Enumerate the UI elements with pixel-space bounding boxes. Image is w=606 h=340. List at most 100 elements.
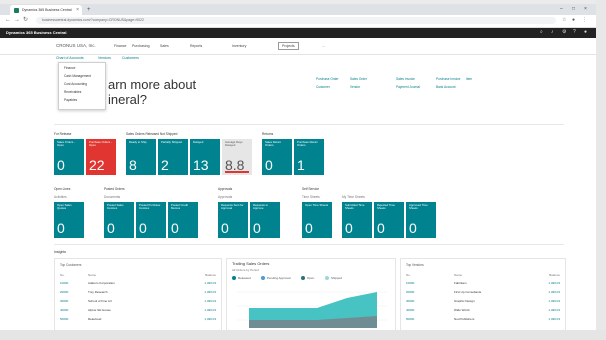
quick-link[interactable]: Purchase Invoice (436, 77, 460, 81)
nav-link-projects[interactable]: Projects (278, 42, 299, 50)
more-icon[interactable]: … (322, 44, 326, 48)
quick-link[interactable]: Bank Account (436, 85, 456, 89)
tile-ready-to-ship[interactable]: Ready to Ship 8 (126, 139, 156, 175)
maximize-icon[interactable]: □ (572, 7, 575, 12)
quick-link[interactable]: Sales Invoice (396, 77, 415, 81)
tile-label: Submitted Time Sheets (345, 203, 365, 211)
star-icon[interactable]: ☆ (562, 18, 566, 23)
tile-rejected-time-sheets[interactable]: Rejected Time Sheets 0 (374, 202, 404, 238)
cell-no[interactable]: 20000 (60, 290, 68, 294)
quick-link[interactable]: Customer (316, 85, 330, 89)
tile-purchase-return-orders[interactable]: Purchase Return Orders 1 (294, 139, 324, 175)
profile-icon[interactable]: ● (572, 18, 575, 23)
cell-name: Nod Publishers (454, 317, 475, 321)
tile-partially-shipped[interactable]: Partially Shipped 2 (158, 139, 188, 175)
cell-no[interactable]: 40000 (60, 308, 68, 312)
dropdown-item[interactable]: Receivables (64, 90, 81, 94)
cell-no[interactable]: 30000 (406, 299, 414, 303)
sub-link-vendors[interactable]: Vendors (98, 56, 111, 60)
tile-posted-purchase-invoices[interactable]: Posted Purchase Invoices 0 (136, 202, 166, 238)
cell-no[interactable]: 30000 (60, 299, 68, 303)
cell-no[interactable]: 10000 (406, 281, 414, 285)
tile-average-days-delayed[interactable]: Average Days Delayed 8.8 (222, 139, 252, 175)
tile-requests-sent-for-approval[interactable]: Requests Sent for Approval 0 (218, 202, 248, 238)
bell-icon[interactable]: ♪ (551, 29, 554, 36)
tile-indicator (225, 171, 249, 173)
quick-link[interactable]: Item (466, 77, 472, 81)
dropdown-item[interactable]: Finance (64, 66, 75, 70)
tile-open-sales-quotes[interactable]: Open Sales Quotes 0 (54, 202, 84, 238)
cell-balance[interactable]: 1,499.03 (548, 299, 560, 303)
quick-link[interactable]: Purchase Order (316, 77, 339, 81)
cell-balance[interactable]: 1,499.03 (548, 290, 560, 294)
table-row[interactable]: 30000 School of Fine Art 1,499.03 (60, 299, 216, 304)
table-row[interactable]: 30000 Graphic Design 1,499.03 (406, 299, 560, 304)
cell-no[interactable]: 20000 (406, 290, 414, 294)
reload-icon[interactable]: ↻ (23, 17, 28, 24)
quick-link[interactable]: Vendor (350, 85, 360, 89)
nav-link-reports[interactable]: Reports (190, 44, 202, 48)
plus-icon[interactable]: + (87, 7, 91, 13)
close-icon[interactable]: × (76, 7, 79, 13)
browser-tab[interactable]: Dynamics 365 Business Central × (10, 5, 82, 15)
minimize-icon[interactable]: – (560, 7, 563, 12)
table-row[interactable]: 10000 Adatum Corporation 1,499.03 (60, 281, 216, 286)
top-customers-panel: Top Customers No. Name Balance 10000 Adat… (54, 258, 222, 332)
company-name[interactable]: CRONUS USA, Inc. (56, 43, 96, 48)
tile-submitted-time-sheets[interactable]: Submitted Time Sheets 0 (342, 202, 372, 238)
table-row[interactable]: 20000 First Up Consultants 1,499.03 (406, 290, 560, 295)
table-row[interactable]: 40000 Wide World 1,499.03 (406, 308, 560, 313)
address-bar[interactable]: businesscentral.dynamics.com/?company=CR… (36, 17, 556, 24)
search-icon[interactable]: ⌕ (540, 29, 543, 36)
tile-posted-credit-memos[interactable]: Posted Credit Memos 0 (168, 202, 198, 238)
tile-sales-return-orders[interactable]: Sales Return Orders 0 (262, 139, 292, 175)
forward-icon[interactable]: → (14, 17, 20, 24)
quick-link[interactable]: Sales Order (350, 77, 367, 81)
nav-link-sales[interactable]: Sales (160, 44, 169, 48)
cell-balance[interactable]: 1,499.03 (548, 281, 560, 285)
tile-label: Purchase Return Orders (297, 140, 318, 148)
table-row[interactable]: 40000 Alpine Ski House 1,499.03 (60, 308, 216, 313)
cell-no[interactable]: 50000 (60, 317, 68, 321)
cell-no[interactable]: 50000 (406, 317, 414, 321)
tile-sales-orders-open[interactable]: Sales Orders - Open 0 (54, 139, 84, 175)
tile-requests-to-approve[interactable]: Requests to Approve 0 (250, 202, 280, 238)
table-row[interactable]: 50000 Nod Publishers 1,499.03 (406, 317, 560, 322)
quick-link[interactable]: Payment Journal (396, 85, 420, 89)
menu-dots-icon[interactable]: ⋮ (582, 18, 587, 23)
table-row[interactable]: 20000 Trey Research 1,499.03 (60, 290, 216, 295)
dropdown-item[interactable]: Cost Accounting (64, 82, 87, 86)
dropdown-item[interactable]: Payables (64, 98, 77, 102)
table-row[interactable]: 50000 Relecloud 1,499.03 (60, 317, 216, 322)
tile-posted-sales-invoices[interactable]: Posted Sales Invoices 0 (104, 202, 134, 238)
chart-panel: Trailing Sales Orders All Orders by Peri… (226, 258, 396, 332)
nav-link-purchasing[interactable]: Purchasing (132, 44, 150, 48)
cell-balance[interactable]: 1,499.03 (204, 290, 216, 294)
nav-link-inventory[interactable]: Inventory (232, 44, 246, 48)
help-icon[interactable]: ? (573, 29, 576, 36)
cell-balance[interactable]: 1,499.03 (204, 281, 216, 285)
tile-purchase-orders-open[interactable]: Purchase Orders - Open 22 (86, 139, 116, 175)
cell-balance[interactable]: 1,499.03 (204, 317, 216, 321)
tile-value: 0 (221, 220, 229, 236)
table-row[interactable]: 10000 Fabrikam 1,499.03 (406, 281, 560, 286)
cell-balance[interactable]: 1,499.03 (204, 308, 216, 312)
sub-link-accounts[interactable]: Chart of Accounts (56, 56, 84, 60)
tile-approved-time-sheets[interactable]: Approved Time Sheets 0 (406, 202, 436, 238)
cell-no[interactable]: 40000 (406, 308, 414, 312)
cell-no[interactable]: 10000 (60, 281, 68, 285)
cell-balance[interactable]: 1,499.03 (548, 317, 560, 321)
cell-balance[interactable]: 1,499.03 (548, 308, 560, 312)
sub-link-customers[interactable]: Customers (122, 56, 139, 60)
cell-balance[interactable]: 1,499.03 (204, 299, 216, 303)
tile-open-time-sheets[interactable]: Open Time Sheets 0 (302, 202, 332, 238)
nav-link-finance[interactable]: Finance (114, 44, 126, 48)
tile-delayed[interactable]: Delayed 13 (190, 139, 220, 175)
close-window-icon[interactable]: × (584, 7, 587, 12)
back-icon[interactable]: ← (5, 17, 11, 24)
dropdown-item[interactable]: Cash Management (64, 74, 91, 78)
legend-item: Pending Approval (261, 276, 291, 281)
user-icon[interactable]: ● (584, 29, 587, 36)
gear-icon[interactable]: ⚙ (562, 29, 566, 36)
legend-item: Open (301, 276, 314, 281)
